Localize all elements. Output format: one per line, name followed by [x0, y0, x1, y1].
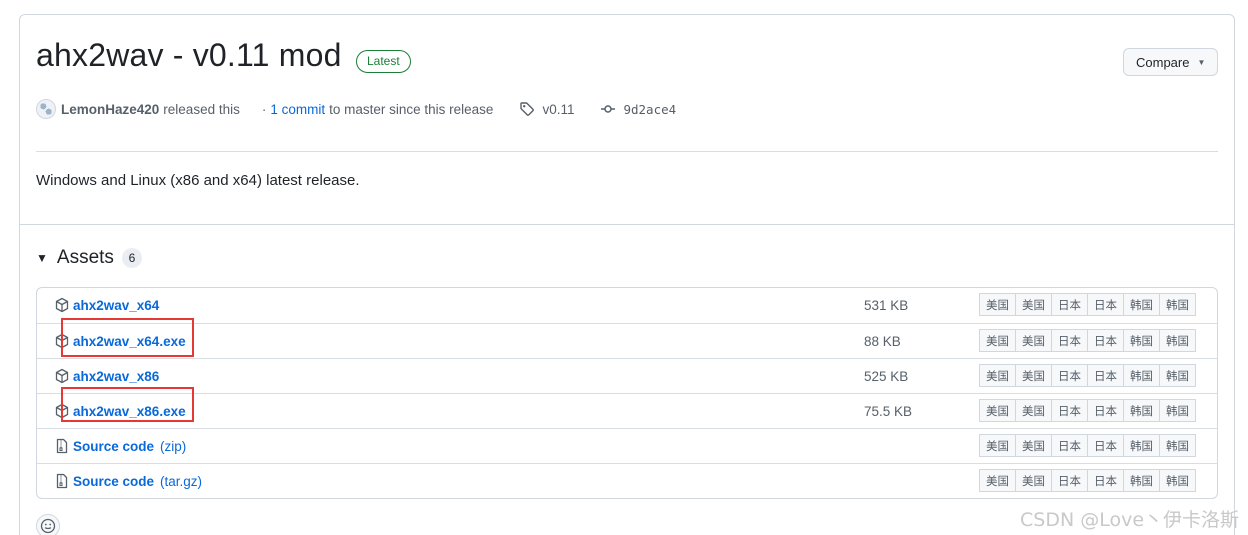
highlight-box	[61, 387, 194, 422]
mirror-button[interactable]: 日本	[1087, 364, 1124, 387]
mirror-button[interactable]: 日本	[1087, 434, 1124, 457]
commit-sha-link[interactable]: 9d2ace4	[623, 102, 676, 117]
mirror-button[interactable]: 日本	[1087, 293, 1124, 316]
asset-name: ahx2wav_x64	[73, 298, 160, 313]
assets-list: ahx2wav_x64 531 KB 美国 美国 日本 日本 韩国 韩国 ahx2wav_x64…	[36, 287, 1218, 499]
mirror-button[interactable]: 韩国	[1159, 434, 1196, 457]
mirror-button[interactable]: 韩国	[1159, 469, 1196, 492]
mirror-button[interactable]: 美国	[1015, 434, 1052, 457]
asset-link[interactable]: ahx2wav_x86	[73, 369, 159, 384]
mirror-button[interactable]: 日本	[1051, 434, 1088, 457]
mirror-button-group: 美国 美国 日本 日本 韩国 韩国	[979, 399, 1196, 422]
highlight-box	[61, 318, 194, 357]
assets-heading: Assets	[56, 247, 114, 268]
mirror-button[interactable]: 韩国	[1123, 469, 1160, 492]
author-link[interactable]: LemonHaze420	[61, 102, 159, 117]
latest-badge: Latest	[356, 50, 411, 73]
mirror-button[interactable]: 美国	[979, 364, 1016, 387]
tag-link[interactable]: v0.11	[542, 102, 574, 117]
mirror-button[interactable]: 韩国	[1159, 399, 1196, 422]
file-zip-icon	[54, 473, 70, 489]
tag-icon	[519, 101, 535, 117]
mirror-button[interactable]: 日本	[1051, 293, 1088, 316]
mirror-button[interactable]: 韩国	[1123, 364, 1160, 387]
mirror-button[interactable]: 韩国	[1123, 434, 1160, 457]
mirror-button[interactable]: 美国	[979, 399, 1016, 422]
mirror-button-group: 美国 美国 日本 日本 韩国 韩国	[979, 293, 1196, 316]
commits-suffix: to master since this release	[329, 101, 494, 117]
mirror-button-group: 美国 美国 日本 日本 韩国 韩国	[979, 329, 1196, 352]
divider	[20, 224, 1234, 225]
mirror-button[interactable]: 日本	[1051, 364, 1088, 387]
asset-size: 525 KB	[864, 368, 909, 384]
asset-row: Source code (tar.gz) 美国 美国 日本 日本 韩国 韩国	[37, 463, 1217, 498]
avatar[interactable]	[36, 99, 56, 119]
smiley-icon	[40, 518, 56, 534]
mirror-button[interactable]: 美国	[1015, 329, 1052, 352]
mirror-button[interactable]: 美国	[1015, 469, 1052, 492]
mirror-button[interactable]: 美国	[1015, 293, 1052, 316]
asset-size: 531 KB	[864, 298, 909, 313]
mirror-button[interactable]: 韩国	[1159, 364, 1196, 387]
mirror-button-group: 美国 美国 日本 日本 韩国 韩国	[979, 364, 1196, 387]
asset-row: ahx2wav_x86.exe 75.5 KB 美国 美国 日本 日本 韩国 韩国	[37, 393, 1217, 428]
file-zip-icon	[54, 438, 70, 454]
mirror-button[interactable]: 美国	[979, 293, 1016, 316]
divider	[36, 151, 1218, 152]
asset-size: 88 KB	[864, 333, 901, 349]
mirror-button[interactable]: 美国	[979, 469, 1016, 492]
package-icon	[54, 368, 70, 384]
asset-ext: (tar.gz)	[160, 473, 203, 489]
assets-toggle[interactable]: ▼ Assets 6	[36, 247, 142, 269]
commits-link[interactable]: 1 commit	[270, 102, 325, 117]
git-commit-icon	[600, 101, 616, 117]
release-card: ahx2wav - v0.11 mod Latest Compare ▼ Lem…	[19, 14, 1235, 535]
asset-row: ahx2wav_x64 531 KB 美国 美国 日本 日本 韩国 韩国	[37, 288, 1217, 323]
asset-name: Source code	[73, 473, 155, 489]
mirror-button-group: 美国 美国 日本 日本 韩国 韩国	[979, 469, 1196, 492]
asset-size: 75.5 KB	[864, 403, 913, 419]
mirror-button[interactable]: 日本	[1051, 469, 1088, 492]
compare-button[interactable]: Compare ▼	[1123, 48, 1218, 76]
separator-dot: ·	[261, 101, 267, 117]
triangle-down-icon: ▼	[36, 251, 48, 265]
asset-link[interactable]: ahx2wav_x64	[73, 298, 159, 313]
asset-row: Source code (zip) 美国 美国 日本 日本 韩国 韩国	[37, 428, 1217, 463]
mirror-button[interactable]: 日本	[1087, 469, 1124, 492]
mirror-button[interactable]: 韩国	[1123, 293, 1160, 316]
add-reaction-button[interactable]	[36, 514, 60, 535]
mirror-button[interactable]: 日本	[1087, 399, 1124, 422]
release-meta: LemonHaze420 released this · 1 commit to…	[36, 99, 676, 119]
mirror-button[interactable]: 日本	[1087, 329, 1124, 352]
mirror-button[interactable]: 日本	[1051, 329, 1088, 352]
mirror-button[interactable]: 美国	[979, 329, 1016, 352]
asset-link[interactable]: Source code (tar.gz)	[73, 474, 202, 489]
asset-name: ahx2wav_x86	[73, 368, 160, 384]
mirror-button[interactable]: 美国	[979, 434, 1016, 457]
mirror-button[interactable]: 韩国	[1123, 329, 1160, 352]
mirror-button[interactable]: 韩国	[1159, 293, 1196, 316]
mirror-button[interactable]: 日本	[1051, 399, 1088, 422]
asset-row: ahx2wav_x64.exe 88 KB 美国 美国 日本 日本 韩国 韩国	[37, 323, 1217, 358]
compare-label: Compare	[1136, 54, 1190, 70]
watermark: CSDN @Love丶伊卡洛斯	[1020, 509, 1240, 531]
asset-row: ahx2wav_x86 525 KB 美国 美国 日本 日本 韩国 韩国	[37, 358, 1217, 393]
mirror-button-group: 美国 美国 日本 日本 韩国 韩国	[979, 434, 1196, 457]
released-text: released this	[163, 101, 240, 117]
asset-link[interactable]: Source code (zip)	[73, 439, 186, 454]
assets-count-badge: 6	[121, 248, 142, 268]
release-description: Windows and Linux (x86 and x64) latest r…	[36, 172, 360, 189]
asset-ext: (zip)	[160, 438, 187, 454]
release-title[interactable]: ahx2wav - v0.11 mod	[36, 37, 342, 74]
package-icon	[54, 297, 70, 313]
mirror-button[interactable]: 美国	[1015, 364, 1052, 387]
asset-name: Source code	[73, 438, 155, 454]
mirror-button[interactable]: 韩国	[1123, 399, 1160, 422]
mirror-button[interactable]: 韩国	[1159, 329, 1196, 352]
mirror-button[interactable]: 美国	[1015, 399, 1052, 422]
triangle-down-icon: ▼	[1197, 57, 1206, 67]
